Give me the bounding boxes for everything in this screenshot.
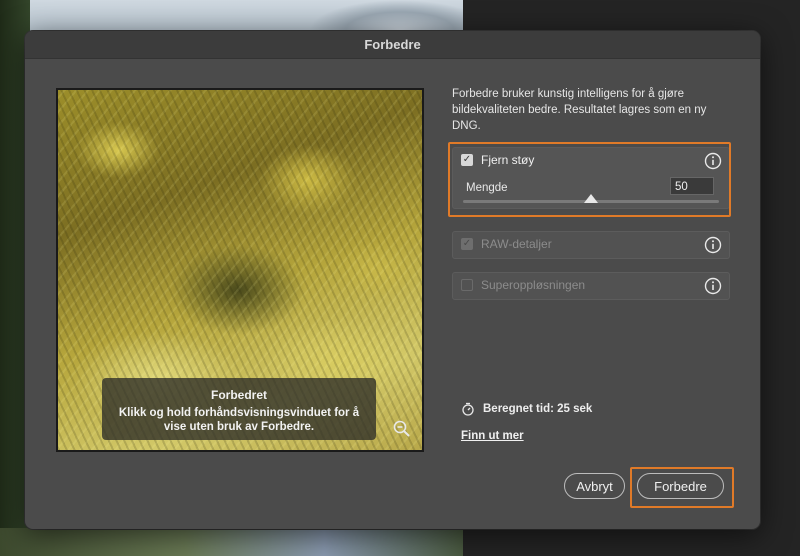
raw-details-checkbox[interactable]: ✓	[461, 238, 473, 250]
amount-slider[interactable]	[463, 194, 719, 203]
background-photo-bottom	[0, 528, 463, 556]
raw-details-checkbox-row[interactable]: ✓ RAW-detaljer	[461, 237, 552, 251]
estimated-time-text: Beregnet tid: 25 sek	[483, 403, 593, 415]
super-resolution-checkbox-row[interactable]: Superoppløsningen	[461, 278, 585, 292]
info-icon[interactable]	[704, 236, 722, 254]
preview-caption: Forbedret Klikk og hold forhåndsvisnings…	[102, 378, 376, 440]
preview-caption-title: Forbedret	[210, 388, 267, 402]
raw-details-label: RAW-detaljer	[481, 237, 552, 251]
denoise-checkbox-row[interactable]: ✓ Fjern støy	[461, 153, 534, 167]
zoom-out-icon[interactable]	[392, 419, 412, 439]
super-resolution-checkbox[interactable]	[461, 279, 473, 291]
enhance-button[interactable]: Forbedre	[637, 473, 724, 499]
stopwatch-icon	[462, 402, 474, 416]
enhance-dialog: Forbedre Forbedret Klikk og hold forhånd…	[25, 31, 760, 529]
info-icon[interactable]	[704, 152, 722, 170]
preview-window[interactable]: Forbedret Klikk og hold forhåndsvisnings…	[56, 88, 424, 452]
preview-caption-text: Klikk og hold forhåndsvisningsvinduet fo…	[118, 407, 360, 434]
amount-slider-thumb[interactable]	[584, 194, 598, 203]
estimated-time: Beregnet tid: 25 sek	[461, 402, 592, 416]
denoise-checkbox[interactable]: ✓	[461, 154, 473, 166]
raw-details-option: ✓ RAW-detaljer	[452, 231, 730, 259]
super-resolution-label: Superoppløsningen	[481, 278, 586, 292]
dialog-title: Forbedre	[25, 31, 760, 59]
amount-label: Mengde	[466, 182, 508, 194]
amount-value-field[interactable]: 50	[670, 177, 714, 195]
denoise-option: ✓ Fjern støy Mengde 50	[452, 147, 730, 209]
dialog-description: Forbedre bruker kunstig intelligens for …	[452, 88, 707, 133]
learn-more-link[interactable]: Finn ut mer	[461, 430, 524, 442]
super-resolution-option: Superoppløsningen	[452, 272, 730, 300]
info-icon[interactable]	[704, 277, 722, 295]
cancel-button[interactable]: Avbryt	[564, 473, 625, 499]
denoise-label: Fjern støy	[481, 153, 535, 167]
